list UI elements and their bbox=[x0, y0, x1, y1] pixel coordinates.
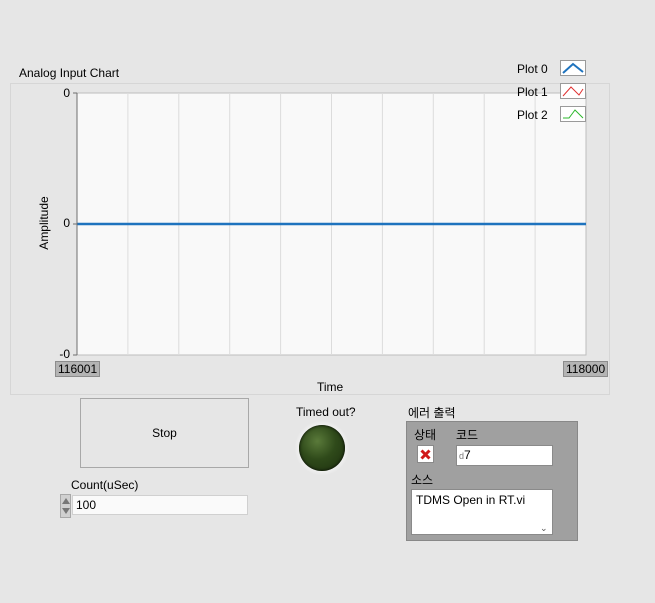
stop-button-label: Stop bbox=[152, 426, 177, 440]
y-axis-label: Amplitude bbox=[37, 196, 51, 250]
increment-decrement-icon[interactable] bbox=[60, 494, 71, 518]
status-indicator[interactable] bbox=[417, 445, 434, 463]
legend-item-plot-2[interactable]: Plot 2 bbox=[517, 106, 589, 124]
chevron-down-icon[interactable]: ⌄ bbox=[540, 524, 548, 533]
x-axis-end[interactable]: 118000 bbox=[563, 361, 609, 377]
error-out-title: 에러 출력 bbox=[408, 406, 456, 420]
code-radix: d bbox=[459, 451, 465, 461]
y-tick-label: 0 bbox=[63, 86, 70, 100]
legend-swatch-icon bbox=[560, 106, 586, 122]
legend-swatch-icon bbox=[560, 83, 586, 99]
increment-icon[interactable] bbox=[62, 498, 70, 504]
source-value: TDMS Open in RT.vi bbox=[416, 493, 526, 507]
y-tick-label: 0 bbox=[63, 216, 70, 230]
count-input[interactable]: 100 bbox=[72, 495, 248, 515]
legend-item-plot-1[interactable]: Plot 1 bbox=[517, 83, 589, 101]
status-label: 상태 bbox=[414, 428, 437, 442]
count-label: Count(uSec) bbox=[71, 478, 139, 492]
stop-button[interactable]: Stop bbox=[80, 398, 249, 468]
timed-out-led-icon bbox=[295, 421, 349, 475]
source-textbox[interactable]: TDMS Open in RT.vi ⌄ bbox=[411, 489, 553, 535]
decrement-icon[interactable] bbox=[62, 508, 70, 514]
code-value: 7 bbox=[464, 448, 471, 462]
error-x-icon bbox=[420, 448, 431, 460]
legend-label: Plot 0 bbox=[517, 62, 548, 76]
legend-label: Plot 2 bbox=[517, 108, 548, 122]
legend-item-plot-0[interactable]: Plot 0 bbox=[517, 60, 589, 78]
x-axis-start[interactable]: 116001 bbox=[55, 361, 101, 377]
code-input[interactable]: d7 bbox=[456, 445, 553, 466]
legend-label: Plot 1 bbox=[517, 85, 548, 99]
timed-out-label: Timed out? bbox=[296, 405, 356, 419]
source-label: 소스 bbox=[411, 473, 434, 487]
count-control: 100 bbox=[60, 494, 250, 518]
legend-swatch-icon bbox=[560, 60, 586, 76]
code-label: 코드 bbox=[456, 428, 479, 442]
y-tick-label: -0 bbox=[59, 347, 70, 361]
x-axis-label: Time bbox=[317, 380, 344, 394]
